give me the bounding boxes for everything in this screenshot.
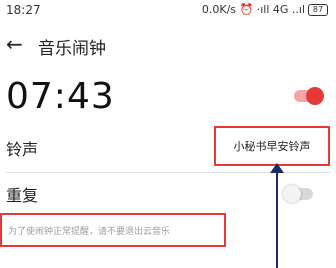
- ringtone-value[interactable]: 小秘书早安铃声: [214, 126, 330, 166]
- hint-box: 为了使闹钟正常提醒，请不要退出云音乐: [0, 213, 226, 247]
- network-status: 0.0K/s ⏰ ·ıll 4G ..ıl: [201, 3, 305, 16]
- toggle-knob: [283, 185, 301, 203]
- ringtone-label: 铃声: [6, 140, 39, 159]
- annotation-arrow: [276, 170, 278, 268]
- hint-text: 为了使闹钟正常提醒，请不要退出云音乐: [8, 227, 171, 237]
- alarm-time[interactable]: 07:43: [6, 76, 115, 117]
- alarm-row[interactable]: 07:43: [0, 76, 336, 124]
- alarm-toggle[interactable]: [294, 87, 324, 105]
- status-time: 18:27: [6, 3, 41, 17]
- battery-icon: 87: [308, 3, 328, 16]
- repeat-label: 重复: [6, 186, 39, 205]
- toggle-knob: [306, 87, 324, 105]
- header: ← 音乐闹钟: [0, 30, 336, 60]
- status-bar: 18:27 0.0K/s ⏰ ·ıll 4G ..ıl 87: [0, 0, 336, 22]
- status-indicators: 0.0K/s ⏰ ·ıll 4G ..ıl 87: [202, 3, 328, 16]
- arrow-left-icon[interactable]: ←: [6, 32, 23, 56]
- repeat-toggle[interactable]: [283, 185, 313, 203]
- ringtone-name: 小秘书早安铃声: [233, 140, 311, 153]
- page-title: 音乐闹钟: [38, 39, 106, 59]
